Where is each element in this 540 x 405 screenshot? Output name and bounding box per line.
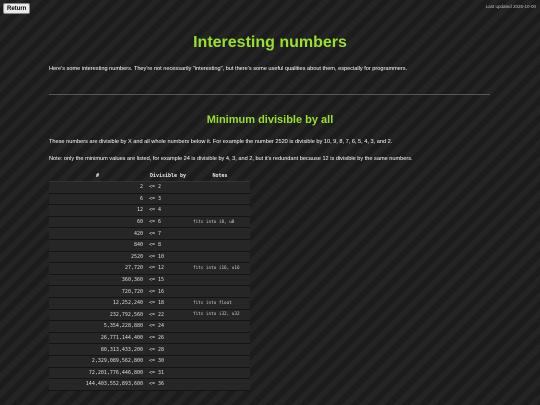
table-row: 720,720 <= 16 [49, 285, 250, 298]
number-cell: 2520 [49, 251, 146, 264]
intro-text: Here's some interesting numbers. They're… [49, 66, 408, 72]
column-header-divisible: Divisible by [146, 171, 190, 182]
notes-cell [190, 181, 250, 194]
divisible-cell: <= 24 [146, 320, 190, 333]
section-note: Note: only the minimum values are listed… [49, 156, 413, 162]
table-row: 232,792,560 <= 22 fits into i32, u32 [49, 309, 250, 322]
notes-cell [190, 320, 250, 333]
section-description: These numbers are divisible by X and all… [49, 139, 393, 145]
table-row: 60 <= 6 fits into i8, u8 [49, 216, 250, 229]
column-header-notes: Notes [190, 171, 250, 182]
number-cell: 80,313,433,200 [49, 343, 146, 356]
table-row: 420 <= 7 [49, 227, 250, 240]
table-row: 360,360 <= 15 [49, 274, 250, 287]
table-row: 12,252,240 <= 18 fits into float [49, 297, 250, 310]
divisible-cell: <= 10 [146, 251, 190, 264]
divisible-cell: <= 6 [146, 216, 190, 229]
table-row: 6 <= 3 [49, 193, 250, 206]
divisible-cell: <= 18 [146, 297, 190, 310]
divisible-cell: <= 28 [146, 343, 190, 356]
divisible-cell: <= 36 [146, 378, 190, 391]
divisible-cell: <= 2 [146, 181, 190, 194]
return-button[interactable]: Return [3, 3, 31, 14]
divisible-cell: <= 4 [146, 204, 190, 217]
notes-cell [190, 367, 250, 380]
number-cell: 144,403,552,893,600 [49, 378, 146, 391]
notes-cell [190, 332, 250, 345]
number-cell: 720,720 [49, 285, 146, 298]
number-cell: 232,792,560 [49, 309, 146, 322]
divisible-cell: <= 7 [146, 227, 190, 240]
number-cell: 27,720 [49, 262, 146, 275]
last-updated-label: Last updated 2025-10-00 [485, 4, 536, 9]
table-row: 72,201,776,446,800 <= 31 [49, 367, 250, 380]
table-row: 2 <= 2 [49, 181, 250, 194]
number-cell: 840 [49, 239, 146, 252]
notes-cell: fits into i16, u16 [190, 262, 250, 275]
notes-cell [190, 239, 250, 252]
notes-cell: fits into i32, u32 [190, 309, 250, 322]
table-body: 2 <= 2 6 <= 3 12 <= 4 60 <= 6 fits into i8, u8 42… [49, 181, 250, 391]
divisible-cell: <= 26 [146, 332, 190, 345]
table-row: 26,771,144,400 <= 26 [49, 332, 250, 345]
divisible-cell: <= 15 [146, 274, 190, 287]
table-row: 80,313,433,200 <= 28 [49, 343, 250, 356]
divisible-cell: <= 22 [146, 309, 190, 322]
number-cell: 60 [49, 216, 146, 229]
divisible-cell: <= 8 [146, 239, 190, 252]
number-cell: 420 [49, 227, 146, 240]
notes-cell [190, 343, 250, 356]
column-header-number: # [49, 171, 146, 182]
notes-cell [190, 204, 250, 217]
notes-cell [190, 274, 250, 287]
notes-cell [190, 227, 250, 240]
number-cell: 6 [49, 193, 146, 206]
divisible-cell: <= 16 [146, 285, 190, 298]
table-row: 27,720 <= 12 fits into i16, u16 [49, 262, 250, 275]
page-title: Interesting numbers [193, 34, 347, 51]
divisible-cell: <= 31 [146, 367, 190, 380]
numbers-table: # Divisible by Notes 2 <= 2 6 <= 3 12 <= 4 60 <… [49, 171, 250, 391]
notes-cell [190, 355, 250, 368]
table-header-row: # Divisible by Notes [49, 171, 250, 182]
table-row: 2,329,089,562,800 <= 30 [49, 355, 250, 368]
table-row: 840 <= 8 [49, 239, 250, 252]
notes-cell [190, 251, 250, 264]
notes-cell [190, 285, 250, 298]
notes-cell [190, 193, 250, 206]
number-cell: 72,201,776,446,800 [49, 367, 146, 380]
number-cell: 26,771,144,400 [49, 332, 146, 345]
number-cell: 2,329,089,562,800 [49, 355, 146, 368]
table-row: 5,354,228,880 <= 24 [49, 320, 250, 333]
table-row: 2520 <= 10 [49, 251, 250, 264]
table-row: 144,403,552,893,600 <= 36 [49, 378, 250, 391]
notes-cell [190, 378, 250, 391]
number-cell: 12 [49, 204, 146, 217]
table-row: 12 <= 4 [49, 204, 250, 217]
divisible-cell: <= 30 [146, 355, 190, 368]
section-title: Minimum divisible by all [206, 114, 334, 126]
section-divider [49, 94, 490, 95]
number-cell: 12,252,240 [49, 297, 146, 310]
number-cell: 5,354,228,880 [49, 320, 146, 333]
notes-cell: fits into float [190, 297, 250, 310]
number-cell: 2 [49, 181, 146, 194]
number-cell: 360,360 [49, 274, 146, 287]
divisible-cell: <= 3 [146, 193, 190, 206]
notes-cell: fits into i8, u8 [190, 216, 250, 229]
divisible-cell: <= 12 [146, 262, 190, 275]
